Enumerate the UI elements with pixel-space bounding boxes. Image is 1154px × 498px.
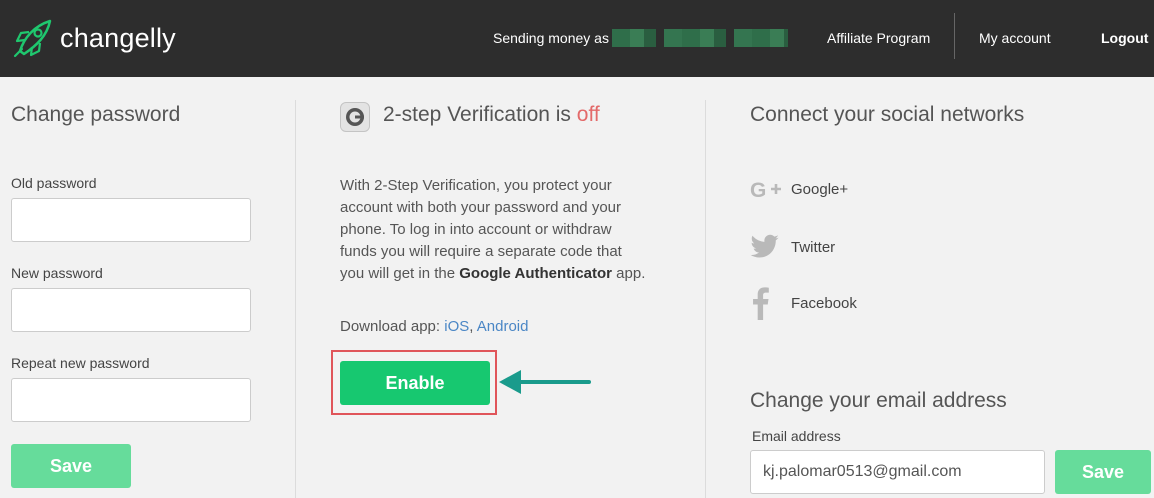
save-email-button[interactable]: Save bbox=[1055, 450, 1151, 494]
redacted-account bbox=[611, 29, 788, 47]
android-link[interactable]: Android bbox=[477, 318, 529, 335]
change-email-title: Change your email address bbox=[750, 389, 1007, 412]
social-twitter[interactable]: Twitter bbox=[750, 232, 835, 262]
ios-link[interactable]: iOS bbox=[444, 318, 469, 335]
column-divider-2 bbox=[705, 100, 706, 498]
facebook-label: Facebook bbox=[791, 294, 857, 312]
nav-divider bbox=[954, 13, 955, 59]
new-password-label: New password bbox=[11, 265, 103, 281]
two-step-title: 2-step Verification is off bbox=[383, 103, 600, 127]
two-step-description: With 2-Step Verification, you protect yo… bbox=[340, 175, 650, 285]
twitter-label: Twitter bbox=[791, 238, 836, 256]
logo-text: changelly bbox=[60, 22, 176, 53]
nav-logout[interactable]: Logout bbox=[1101, 30, 1148, 46]
nav-affiliate-program[interactable]: Affiliate Program bbox=[827, 30, 930, 46]
authenticator-app-name: Google Authenticator bbox=[459, 265, 613, 282]
link-separator: , bbox=[469, 318, 477, 335]
old-password-label: Old password bbox=[11, 175, 97, 191]
sending-money-as: Sending money as bbox=[493, 29, 788, 47]
social-facebook[interactable]: Facebook bbox=[750, 287, 857, 320]
repeat-password-label: Repeat new password bbox=[11, 355, 150, 371]
desc-text-end: app. bbox=[612, 265, 646, 282]
top-navbar: changelly Sending money as Affiliate Pro… bbox=[0, 0, 1154, 77]
rocket-icon bbox=[13, 19, 52, 58]
arrow-left-icon bbox=[499, 370, 591, 394]
email-label: Email address bbox=[752, 428, 841, 444]
repeat-password-input[interactable] bbox=[11, 378, 251, 422]
facebook-icon bbox=[750, 287, 782, 320]
google-authenticator-icon bbox=[340, 102, 370, 132]
email-input[interactable]: kj.palomar0513@gmail.com bbox=[750, 450, 1045, 494]
twitter-icon bbox=[750, 232, 782, 262]
download-label: Download app: bbox=[340, 318, 445, 335]
save-password-button[interactable]: Save bbox=[11, 444, 131, 488]
changelly-logo[interactable]: changelly bbox=[12, 18, 176, 58]
column-divider bbox=[295, 100, 296, 498]
new-password-input[interactable] bbox=[11, 288, 251, 332]
google-plus-label: Google+ bbox=[791, 180, 849, 198]
two-step-title-text: 2-step Verification is bbox=[383, 103, 577, 126]
svg-text:G: G bbox=[750, 179, 766, 201]
social-networks-title: Connect your social networks bbox=[750, 103, 1025, 126]
change-password-title: Change password bbox=[11, 103, 181, 126]
two-step-status: off bbox=[576, 103, 600, 126]
download-app: Download app: iOS, Android bbox=[340, 318, 528, 335]
nav-my-account[interactable]: My account bbox=[979, 30, 1051, 46]
google-plus-icon: G bbox=[750, 174, 782, 204]
email-value: kj.palomar0513@gmail.com bbox=[763, 463, 962, 480]
social-google-plus[interactable]: G Google+ bbox=[750, 174, 848, 204]
sending-label: Sending money as bbox=[493, 30, 609, 46]
old-password-input[interactable] bbox=[11, 198, 251, 242]
enable-2fa-button[interactable]: Enable bbox=[340, 361, 490, 405]
